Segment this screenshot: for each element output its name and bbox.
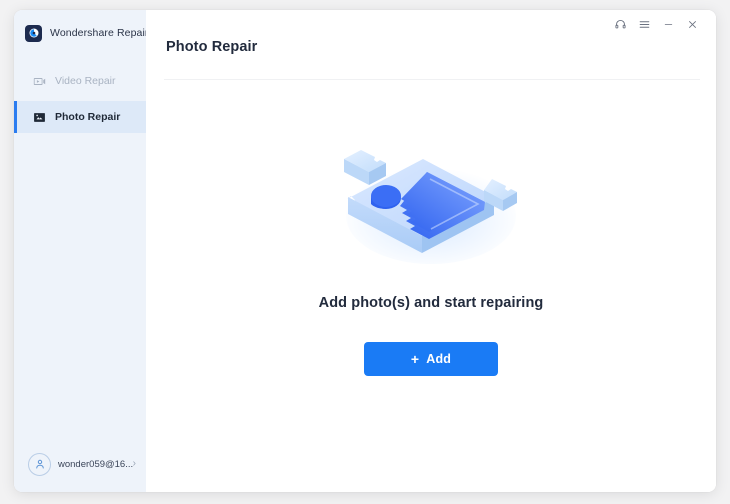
sidebar-item-video-repair[interactable]: Video Repair xyxy=(14,65,146,97)
main-panel: Photo Repair Add photo(s) and start repa… xyxy=(146,10,716,492)
page-header: Photo Repair xyxy=(146,39,716,79)
sidebar-item-label: Photo Repair xyxy=(55,111,121,123)
repairit-logo-icon xyxy=(25,24,42,42)
empty-state: Add photo(s) and start repairing + Add xyxy=(146,80,716,492)
sidebar-item-label: Video Repair xyxy=(55,75,116,87)
app-window: Wondershare Repairit Video Repair Photo … xyxy=(14,10,716,492)
page-title: Photo Repair xyxy=(166,39,258,55)
brand-name: Wondershare Repairit xyxy=(50,27,154,39)
video-icon xyxy=(32,74,46,88)
plus-icon: + xyxy=(410,351,420,367)
photo-puzzle-illustration xyxy=(344,150,517,264)
brand: Wondershare Repairit xyxy=(14,10,154,56)
user-avatar-icon xyxy=(28,452,51,476)
account-name: wonder059@16... xyxy=(58,458,133,470)
support-icon[interactable] xyxy=(608,14,632,36)
photo-icon xyxy=(32,110,46,124)
titlebar xyxy=(146,10,716,39)
close-icon[interactable] xyxy=(680,14,704,36)
menu-icon[interactable] xyxy=(632,14,656,36)
account-row[interactable]: wonder059@16... › xyxy=(14,436,146,492)
add-photos-button[interactable]: + Add xyxy=(364,342,498,376)
empty-state-message: Add photo(s) and start repairing xyxy=(318,295,544,311)
sidebar-item-photo-repair[interactable]: Photo Repair xyxy=(14,101,146,133)
add-button-label: Add xyxy=(426,352,452,366)
sidebar: Wondershare Repairit Video Repair Photo … xyxy=(14,10,154,492)
minimize-icon[interactable] xyxy=(656,14,680,36)
chevron-right-icon: › xyxy=(132,458,136,469)
sidebar-nav: Video Repair Photo Repair xyxy=(14,65,146,133)
